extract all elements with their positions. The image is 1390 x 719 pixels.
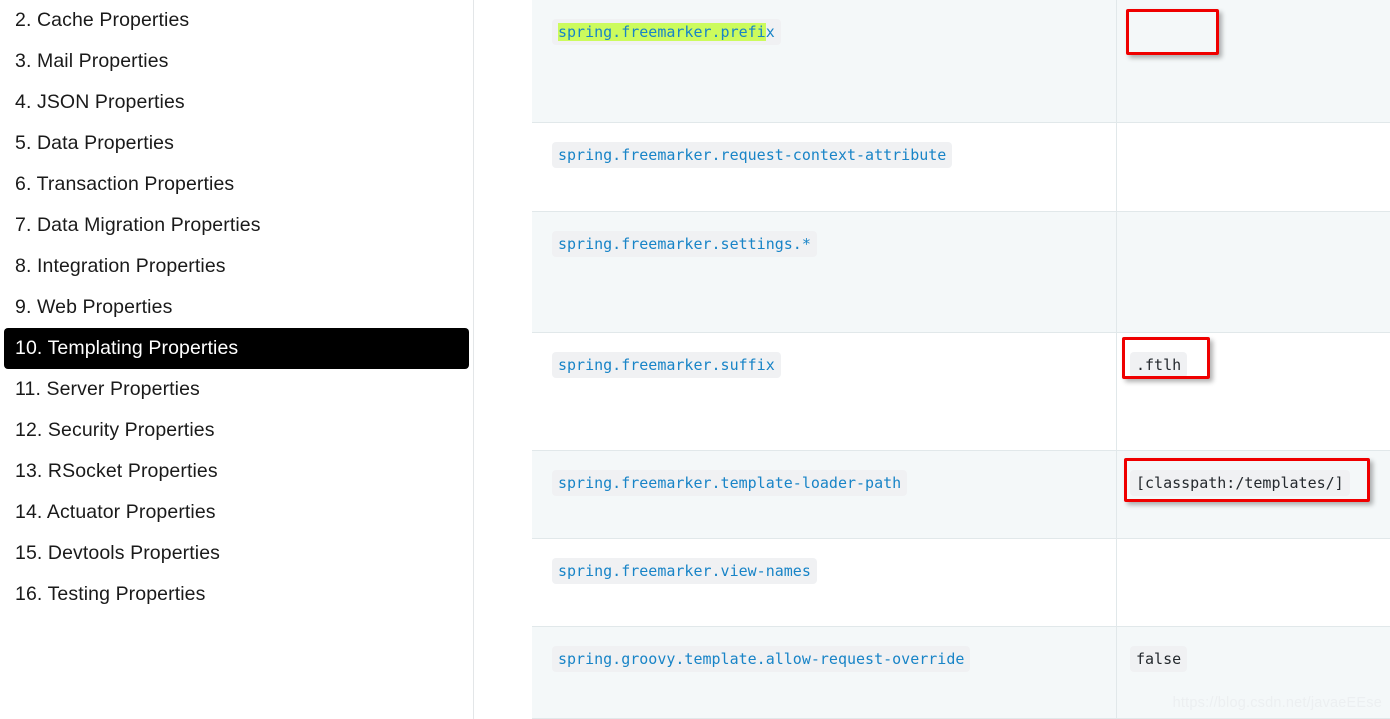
sidebar-item-1[interactable]: 3. Mail Properties [4,41,469,82]
property-name-cell: spring.freemarker.settings.* [532,212,1117,332]
property-name-cell: spring.groovy.template.allow-request-ove… [532,627,1117,718]
property-name-cell: spring.freemarker.suffix [532,333,1117,450]
property-name-chip: spring.freemarker.request-context-attrib… [552,142,953,168]
page-root: 2. Cache Properties 3. Mail Properties 4. … [0,0,1390,719]
sidebar-item-3[interactable]: 5. Data Properties [4,123,469,164]
property-value-cell [1117,539,1390,626]
properties-table: spring.freemarker.prefix spring.freemarke… [532,0,1390,719]
property-name-cell: spring.freemarker.request-context-attrib… [532,123,1117,211]
sidebar-item-12[interactable]: 14. Actuator Properties [4,492,469,533]
toc-sidebar: 2. Cache Properties 3. Mail Properties 4. … [0,0,474,719]
property-value-cell: [classpath:/templates/] [1117,451,1390,538]
property-name-chip: spring.freemarker.template-loader-path [552,470,908,496]
sidebar-item-9[interactable]: 11. Server Properties [4,369,469,410]
property-value-chip: false [1130,646,1188,672]
property-name-chip: spring.freemarker.prefix [552,19,781,45]
sidebar-item-6[interactable]: 8. Integration Properties [4,246,469,287]
csdn-watermark: https://blog.csdn.net/javaeEEse [1172,695,1382,711]
property-value-chip: [classpath:/templates/] [1130,470,1350,496]
property-value-cell: .ftlh [1117,333,1390,450]
table-row: spring.freemarker.view-names [532,539,1390,627]
search-highlight: spring.freemarker.prefi [558,23,766,41]
property-name-chip: spring.freemarker.settings.* [552,231,817,257]
table-row: spring.freemarker.prefix [532,0,1390,123]
sidebar-item-4[interactable]: 6. Transaction Properties [4,164,469,205]
table-row: spring.freemarker.suffix .ftlh [532,333,1390,451]
property-name-chip: spring.groovy.template.allow-request-ove… [552,646,971,672]
property-name-cell: spring.freemarker.view-names [532,539,1117,626]
sidebar-item-8[interactable]: 10. Templating Properties [4,328,469,369]
property-value-cell [1117,123,1390,211]
table-row: spring.freemarker.template-loader-path [c… [532,451,1390,539]
property-name-chip: spring.freemarker.suffix [552,352,781,378]
sidebar-item-2[interactable]: 4. JSON Properties [4,82,469,123]
property-name-cell: spring.freemarker.template-loader-path [532,451,1117,538]
sidebar-item-13[interactable]: 15. Devtools Properties [4,533,469,574]
property-value-cell [1117,0,1390,122]
sidebar-item-10[interactable]: 12. Security Properties [4,410,469,451]
sidebar-item-5[interactable]: 7. Data Migration Properties [4,205,469,246]
sidebar-item-0[interactable]: 2. Cache Properties [4,0,469,41]
sidebar-item-7[interactable]: 9. Web Properties [4,287,469,328]
property-name-cell: spring.freemarker.prefix [532,0,1117,122]
sidebar-item-11[interactable]: 13. RSocket Properties [4,451,469,492]
property-value-cell [1117,212,1390,332]
table-row: spring.freemarker.settings.* [532,212,1390,333]
sidebar-item-14[interactable]: 16. Testing Properties [4,574,469,615]
property-name-tail: x [765,23,775,41]
property-name-chip: spring.freemarker.view-names [552,558,817,584]
table-row: spring.freemarker.request-context-attrib… [532,123,1390,212]
property-value-chip: .ftlh [1130,352,1188,378]
